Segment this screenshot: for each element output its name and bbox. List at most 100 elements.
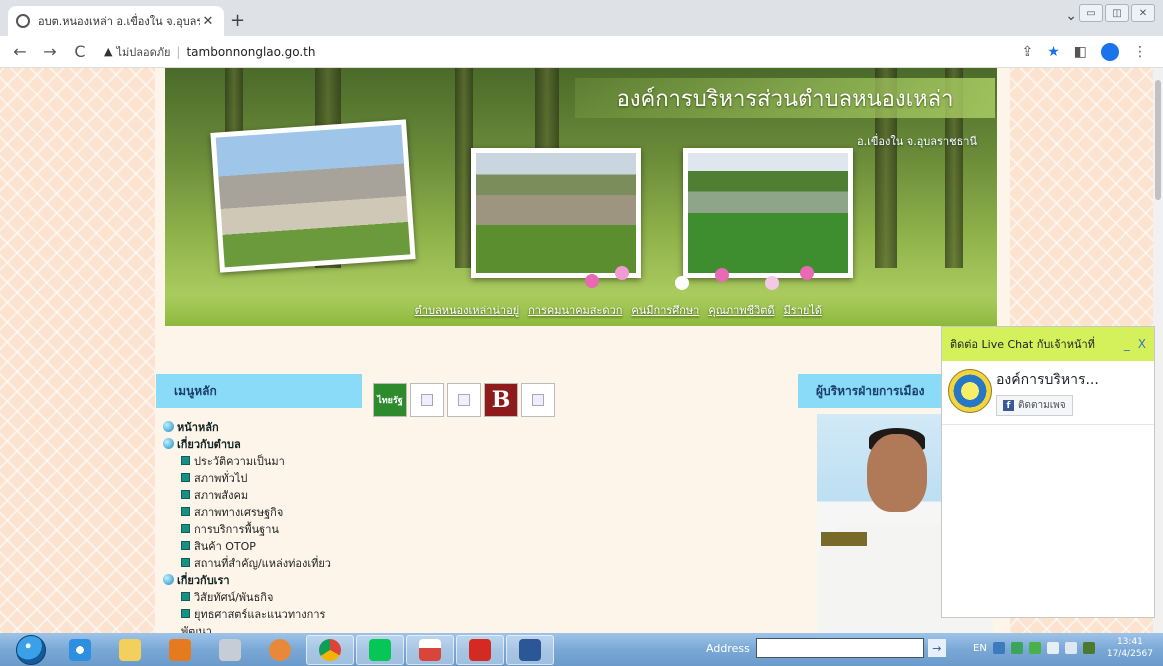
url-text[interactable]: tambonnonglao.go.th [186,45,315,59]
bullet-square-icon [181,592,190,601]
main-menu-heading: เมนูหลัก [156,374,362,408]
taskbar-ie[interactable] [56,635,104,665]
omnibox-separator: | [176,44,181,59]
tray-chrome-icon[interactable] [1010,642,1023,654]
pdf-icon [469,638,491,661]
bullet-square-icon [181,490,190,499]
submenu-item[interactable]: พัฒนา [163,622,373,634]
snipping-tool-icon [419,638,441,661]
submenu-item[interactable]: วิสัยทัศน์/พันธกิจ [163,588,373,605]
address-label: Address [706,641,750,655]
close-tab-icon[interactable]: ✕ [200,14,216,29]
browser-menu-icon[interactable]: ⋮ [1133,44,1147,60]
submenu-item[interactable]: สินค้า OTOP [163,537,373,554]
tray-line-icon[interactable] [1028,642,1041,654]
share-icon[interactable]: ⇪ [1021,44,1033,60]
broken-image-icon [532,394,544,406]
nav-link-education[interactable]: คนมีการศึกษา [631,301,699,319]
new-tab-button[interactable]: + [230,10,245,31]
show-desktop-icon[interactable] [1082,642,1095,654]
live-chat-header[interactable]: ติดต่อ Live Chat กับเจ้าหน้าที่ _ X [942,327,1154,361]
taskbar-media[interactable] [156,635,204,665]
language-indicator[interactable]: EN [973,643,987,654]
go-arrow-icon[interactable]: → [927,639,946,657]
site-favicon-icon [16,14,30,28]
main-menu: หน้าหลัก เกี่ยวกับตำบล ประวัติความเป็นมา… [163,418,373,633]
facebook-page-plugin: องค์การบริหาร... f ติดตามเพจ [942,361,1154,425]
minimize-window-button[interactable]: ▭ [1079,4,1103,22]
taskbar-address-input[interactable] [755,638,924,658]
nav-link-transport[interactable]: การคมนาคมสะดวก [528,301,622,319]
scrollbar-thumb[interactable] [1155,80,1161,200]
broken-image-link[interactable] [521,383,555,417]
page-container: องค์การบริหารส่วนตำบลหนองเหล่า อ.เขื่องใ… [155,68,1010,633]
office-photo [210,119,416,273]
broken-image-link[interactable] [447,383,481,417]
taskbar-address-toolbar: Address → [706,638,946,658]
blog-logo-link[interactable]: B [484,383,518,417]
taskbar-app[interactable] [256,635,304,665]
submenu-item[interactable]: การบริการพื้นฐาน [163,520,373,537]
restore-window-button[interactable]: ◫ [1105,4,1129,22]
fb-page-name[interactable]: องค์การบริหาร... [996,369,1099,391]
site-subtitle: อ.เขื่องใน จ.อุบลราชธานี [857,135,977,148]
taskbar-explorer[interactable] [106,635,154,665]
forward-button[interactable]: → [38,42,62,61]
banner-nav: ตำบลหนองเหล่าน่าอยู่ การคมนาคมสะดวก คนมี… [165,294,997,326]
taskbar-scanner[interactable] [206,635,254,665]
system-clock[interactable]: 13:41 17/4/2567 [1107,636,1153,660]
thairath-link[interactable]: ไทยรัฐ [373,383,407,417]
submenu-item[interactable]: ประวัติความเป็นมา [163,452,373,469]
browser-toolbar: ← → C ▲ ไม่ปลอดภัย | tambonnonglao.go.th… [0,36,1163,68]
bullet-square-icon [181,524,190,533]
menu-item[interactable]: หน้าหลัก [163,418,373,435]
volume-icon[interactable] [1064,642,1077,654]
line-icon [369,638,391,661]
toolbar-actions: ⇪ ★ ◧ ⋮ [1021,42,1147,61]
broken-image-icon [421,394,433,406]
rice-seedlings-photo [471,148,641,278]
bookmark-star-icon[interactable]: ★ [1047,44,1060,60]
menu-item[interactable]: เกี่ยวกับเรา [163,571,373,588]
follow-page-button[interactable]: f ติดตามเพจ [996,395,1073,416]
close-window-button[interactable]: ✕ [1131,4,1155,22]
submenu-item[interactable]: สภาพสังคม [163,486,373,503]
internet-explorer-icon [69,638,91,661]
submenu-item[interactable]: สภาพทั่วไป [163,469,373,486]
submenu-item[interactable]: สถานที่สำคัญ/แหล่งท่องเที่ยว [163,554,373,571]
tab-search-icon[interactable]: ⌄ [1065,8,1077,24]
taskbar-word[interactable] [506,634,554,665]
submenu-item[interactable]: ยุทธศาสตร์และแนวทางการ [163,605,373,622]
network-signal-icon[interactable] [1046,642,1059,654]
chat-close-button[interactable]: X [1138,337,1146,351]
nav-link-quality-of-life[interactable]: คุณภาพชีวิตดี [708,301,774,319]
not-secure-label[interactable]: ไม่ปลอดภัย [116,43,170,61]
flower-decoration [565,264,825,294]
start-button[interactable] [16,634,46,665]
back-button[interactable]: ← [8,42,32,61]
live-chat-widget: ติดต่อ Live Chat กับเจ้าหน้าที่ _ X องค์… [941,326,1155,618]
nav-link-income[interactable]: มีรายได้ [784,301,822,319]
warning-icon[interactable]: ▲ [104,45,112,58]
taskbar-acrobat[interactable] [456,634,504,665]
media-player-icon [169,638,191,661]
bullet-square-icon [181,609,190,618]
profile-avatar-icon[interactable] [1101,42,1119,61]
organization-logo-icon[interactable] [948,369,992,413]
app-icon [269,638,291,661]
side-panel-icon[interactable]: ◧ [1074,44,1087,60]
reload-button[interactable]: C [68,42,92,61]
taskbar-line[interactable] [356,634,404,665]
broken-image-link[interactable] [410,383,444,417]
taskbar-snipping[interactable] [406,634,454,665]
browser-tab[interactable]: อบต.หนองเหล่า อ.เขื่องใน จ.อุบลราชธ ✕ [8,6,224,36]
taskbar-chrome[interactable] [306,634,354,665]
tray-app-icon[interactable] [992,642,1005,654]
submenu-item[interactable]: สภาพทางเศรษฐกิจ [163,503,373,520]
broken-image-icon [458,394,470,406]
address-bar[interactable]: ▲ ไม่ปลอดภัย | tambonnonglao.go.th [104,40,1021,64]
nav-link-livable[interactable]: ตำบลหนองเหล่าน่าอยู่ [415,301,519,319]
menu-item[interactable]: เกี่ยวกับตำบล [163,435,373,452]
chat-minimize-button[interactable]: _ [1124,337,1130,351]
bullet-globe-icon [163,438,174,449]
